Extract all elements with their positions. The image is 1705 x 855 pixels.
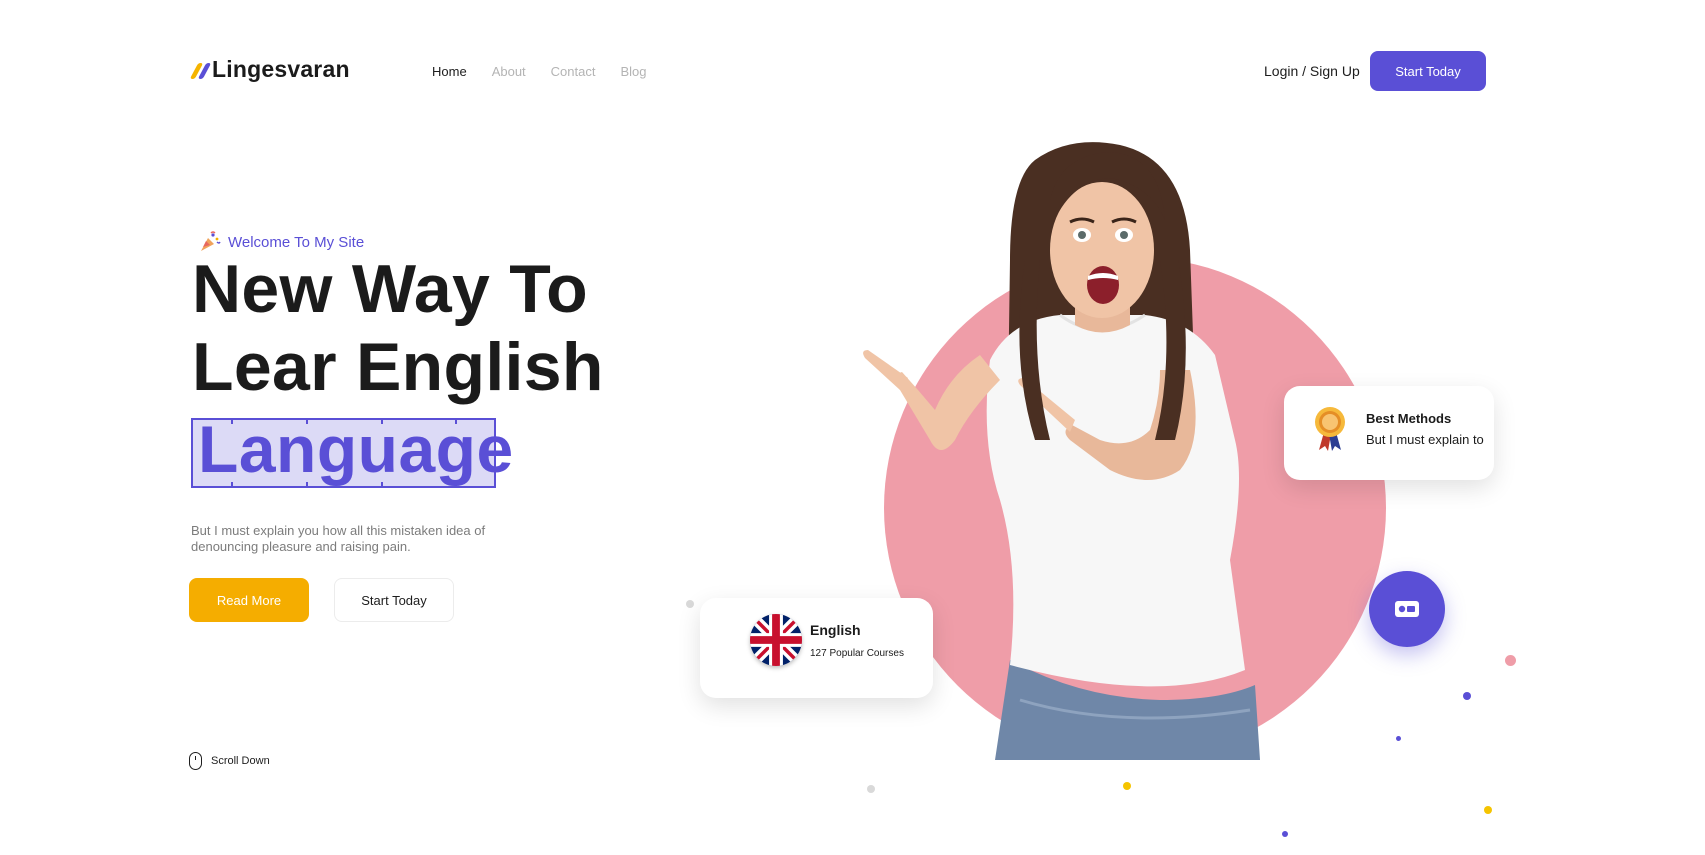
- medal-icon: [1315, 407, 1345, 451]
- best-methods-subtitle: But I must explain to: [1366, 432, 1484, 447]
- nav-item-contact[interactable]: Contact: [551, 64, 596, 79]
- headline-highlight: Language: [198, 412, 514, 486]
- english-card-title: English: [810, 622, 861, 638]
- headline-line-1: New Way To: [192, 251, 588, 327]
- logo[interactable]: Lingesvaran: [189, 56, 350, 83]
- decor-dot: [686, 600, 694, 608]
- decor-dot: [1463, 692, 1471, 700]
- scroll-down-label: Scroll Down: [211, 755, 270, 767]
- hero-headline: New Way To Lear English: [192, 250, 604, 406]
- decor-dot: [1123, 782, 1131, 790]
- english-course-card[interactable]: English 127 Popular Courses: [700, 598, 933, 698]
- decor-dot: [1396, 736, 1401, 741]
- scroll-down-indicator[interactable]: Scroll Down: [189, 752, 270, 770]
- best-methods-title: Best Methods: [1366, 411, 1452, 426]
- best-methods-card[interactable]: Best Methods But I must explain to: [1284, 386, 1494, 480]
- mouse-icon: [189, 752, 202, 770]
- decor-dot: [1505, 655, 1516, 666]
- nav-item-blog[interactable]: Blog: [620, 64, 646, 79]
- decor-dot: [1484, 806, 1492, 814]
- nav-item-home[interactable]: Home: [432, 64, 467, 79]
- read-more-button[interactable]: Read More: [189, 578, 309, 622]
- nav-item-about[interactable]: About: [492, 64, 526, 79]
- decor-dot: [1282, 831, 1288, 837]
- logo-text: Lingesvaran: [212, 56, 350, 82]
- english-card-subtitle: 127 Popular Courses: [810, 648, 904, 659]
- hero-start-today-button[interactable]: Start Today: [334, 578, 454, 622]
- login-signup-link[interactable]: Login / Sign Up: [1264, 63, 1360, 79]
- main-nav: Home About Contact Blog: [432, 64, 647, 79]
- uk-flag-icon: [750, 614, 802, 666]
- id-card-icon: [1395, 601, 1419, 617]
- hero-description: But I must explain you how all this mist…: [191, 523, 486, 554]
- header-start-today-button[interactable]: Start Today: [1370, 51, 1486, 91]
- welcome-text: Welcome To My Site: [228, 233, 365, 251]
- id-card-action-button[interactable]: [1369, 571, 1445, 647]
- logo-mark-icon: [189, 61, 212, 79]
- decor-dot: [867, 785, 875, 793]
- headline-line-2: Lear English: [192, 329, 604, 405]
